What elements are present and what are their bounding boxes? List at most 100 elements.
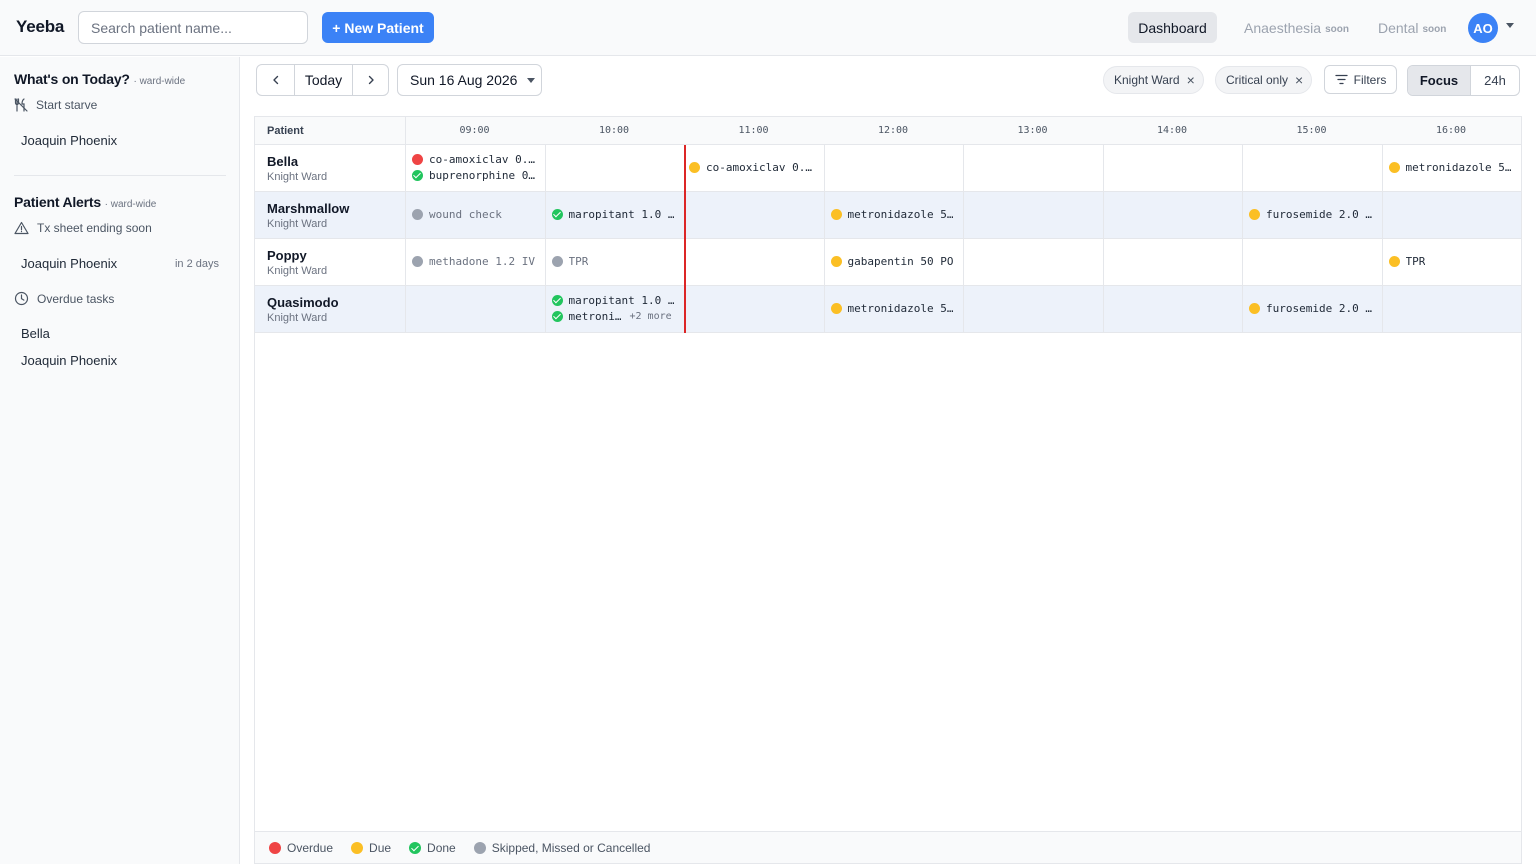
patient-row[interactable]: Bella Knight Ward co-amoxiclav 0.… buprenor… [255, 145, 1521, 192]
hour-gridline [963, 239, 964, 285]
check-circle-icon [551, 295, 563, 306]
hour-column-header: 09:00 [459, 125, 490, 136]
view-toggle: Focus 24h [1407, 65, 1520, 96]
nav-anaesthesia[interactable]: Anaesthesia soon [1244, 12, 1349, 43]
hour-column-header: 11:00 [738, 125, 769, 136]
date-picker[interactable]: Sun 16 Aug 2026 [397, 64, 542, 96]
task-chip-due[interactable]: metronidazole 5… [830, 302, 954, 315]
task-chip-skipped[interactable]: TPR [551, 255, 589, 268]
view-focus-button[interactable]: Focus [1408, 66, 1470, 95]
filter-chip-ward[interactable]: Knight Ward × [1103, 66, 1204, 94]
patient-link[interactable]: Joaquin Phoenix [21, 256, 117, 271]
patient-link[interactable]: Joaquin Phoenix [21, 353, 117, 368]
task-chip-due[interactable]: metronidazole 5… [1388, 161, 1512, 174]
patient-ward: Knight Ward [267, 171, 328, 183]
group-label: Overdue tasks [37, 291, 115, 306]
filter-chip-critical[interactable]: Critical only × [1215, 66, 1313, 94]
nav-dental[interactable]: Dental soon [1378, 12, 1446, 43]
new-patient-button[interactable]: + New Patient [322, 12, 434, 43]
list-item[interactable]: Joaquin Phoenix [21, 133, 219, 148]
task-chip-overdue[interactable]: co-amoxiclav 0.… [412, 153, 535, 166]
patient-row[interactable]: Marshmallow Knight Ward wound check maropit… [255, 192, 1521, 239]
treatment-schedule-grid: Patient 09:00 10:00 11:00 12:00 13:00 14:00 15… [254, 116, 1522, 864]
task-label: metronidazole 5… [847, 302, 954, 315]
task-label: metronidazole 5… [1405, 161, 1512, 174]
hour-column-header: 13:00 [1017, 125, 1048, 136]
status-dot-icon [1249, 303, 1260, 314]
task-chip-done[interactable]: maropitant 1.0 … [551, 294, 675, 307]
due-in-label: in 2 days [174, 258, 219, 270]
task-label: wound check [429, 208, 502, 221]
hour-column-header: 12:00 [877, 125, 909, 136]
legend-item-done: Done [409, 841, 456, 855]
close-icon[interactable]: × [1187, 73, 1195, 87]
nav-anaesthesia-label: Anaesthesia [1244, 19, 1322, 36]
more-tasks-link[interactable]: +2 more [629, 311, 671, 322]
view-24h-button[interactable]: 24h [1470, 66, 1519, 95]
scope-label: · ward-wide [133, 76, 186, 87]
patient-name[interactable]: Poppy [267, 248, 307, 263]
patient-name[interactable]: Quasimodo [267, 295, 339, 310]
patient-link[interactable]: Joaquin Phoenix [21, 133, 117, 148]
brand-logo[interactable]: Yeeba [16, 17, 64, 37]
list-item[interactable]: Joaquin Phoenix in 2 days [21, 256, 219, 271]
chip-label: Knight Ward [1114, 73, 1180, 87]
task-chip-due[interactable]: metronidazole 5… [830, 208, 953, 221]
task-chip-done[interactable]: metroni… +2 more [551, 310, 672, 323]
tx-ending-group: Tx sheet ending soon [14, 221, 152, 235]
divider [405, 239, 406, 285]
patient-ward: Knight Ward [267, 312, 328, 324]
task-chip-due[interactable]: gabapentin 50 PO [830, 255, 954, 268]
close-icon[interactable]: × [1295, 73, 1303, 87]
patient-name[interactable]: Bella [267, 154, 298, 169]
task-label: TPR [568, 255, 589, 268]
task-chip-done[interactable]: maropitant 1.0 … [551, 208, 674, 221]
today-button[interactable]: Today [294, 65, 352, 95]
soon-badge: soon [1422, 23, 1447, 35]
date-label: Sun 16 Aug 2026 [410, 72, 518, 88]
task-chip-due[interactable]: furosemide 2.0 … [1249, 208, 1372, 221]
search-input[interactable] [78, 11, 308, 44]
previous-day-button[interactable] [257, 65, 294, 95]
hour-gridline [963, 192, 964, 238]
status-dot-icon [689, 162, 700, 173]
start-starve-group: Start starve [14, 98, 97, 112]
hour-gridline [824, 286, 825, 332]
task-label: co-amoxiclav 0.… [706, 161, 812, 174]
task-label: gabapentin 50 PO [847, 255, 954, 268]
section-title-text: What's on Today? [14, 71, 130, 87]
patient-name[interactable]: Marshmallow [267, 201, 349, 216]
list-item[interactable]: Joaquin Phoenix [21, 353, 219, 368]
list-item[interactable]: Bella [21, 326, 219, 341]
task-chip-skipped[interactable]: wound check [412, 208, 502, 221]
task-label: TPR [1405, 255, 1426, 268]
nav-dashboard[interactable]: Dashboard [1128, 12, 1217, 43]
scope-label: · ward-wide [104, 199, 157, 210]
filter-lines-icon [1335, 74, 1348, 85]
task-label: metroni… [568, 310, 622, 323]
status-dot-icon [830, 256, 842, 267]
patient-row[interactable]: Quasimodo Knight Ward maropitant 1.0 … metr… [255, 286, 1521, 333]
patient-link[interactable]: Bella [21, 326, 50, 341]
patient-ward: Knight Ward [267, 265, 328, 277]
legend-item-overdue: Overdue [269, 841, 333, 855]
hour-gridline [545, 192, 546, 238]
task-label: maropitant 1.0 … [568, 294, 675, 307]
chevron-down-icon[interactable] [1506, 23, 1514, 28]
hour-gridline [1103, 239, 1104, 285]
task-chip-due[interactable]: furosemide 2.0 … [1249, 302, 1372, 315]
next-day-button[interactable] [352, 65, 388, 95]
task-chip-done[interactable]: buprenorphine 0… [412, 169, 535, 182]
patient-row[interactable]: Poppy Knight Ward methadone 1.2 IV TPR gabap… [255, 239, 1521, 286]
task-chip-due[interactable]: co-amoxiclav 0.… [689, 161, 812, 174]
hour-gridline [545, 286, 546, 332]
task-chip-due[interactable]: TPR [1388, 255, 1426, 268]
status-dot-icon [1388, 162, 1400, 173]
hour-column-header: 14:00 [1156, 125, 1188, 136]
hour-gridline [1382, 286, 1383, 332]
status-dot-icon [269, 841, 281, 854]
task-chip-skipped[interactable]: methadone 1.2 IV [412, 255, 535, 268]
user-avatar[interactable]: AO [1468, 13, 1498, 43]
hour-gridline [824, 145, 825, 191]
filters-button[interactable]: Filters [1324, 65, 1397, 94]
